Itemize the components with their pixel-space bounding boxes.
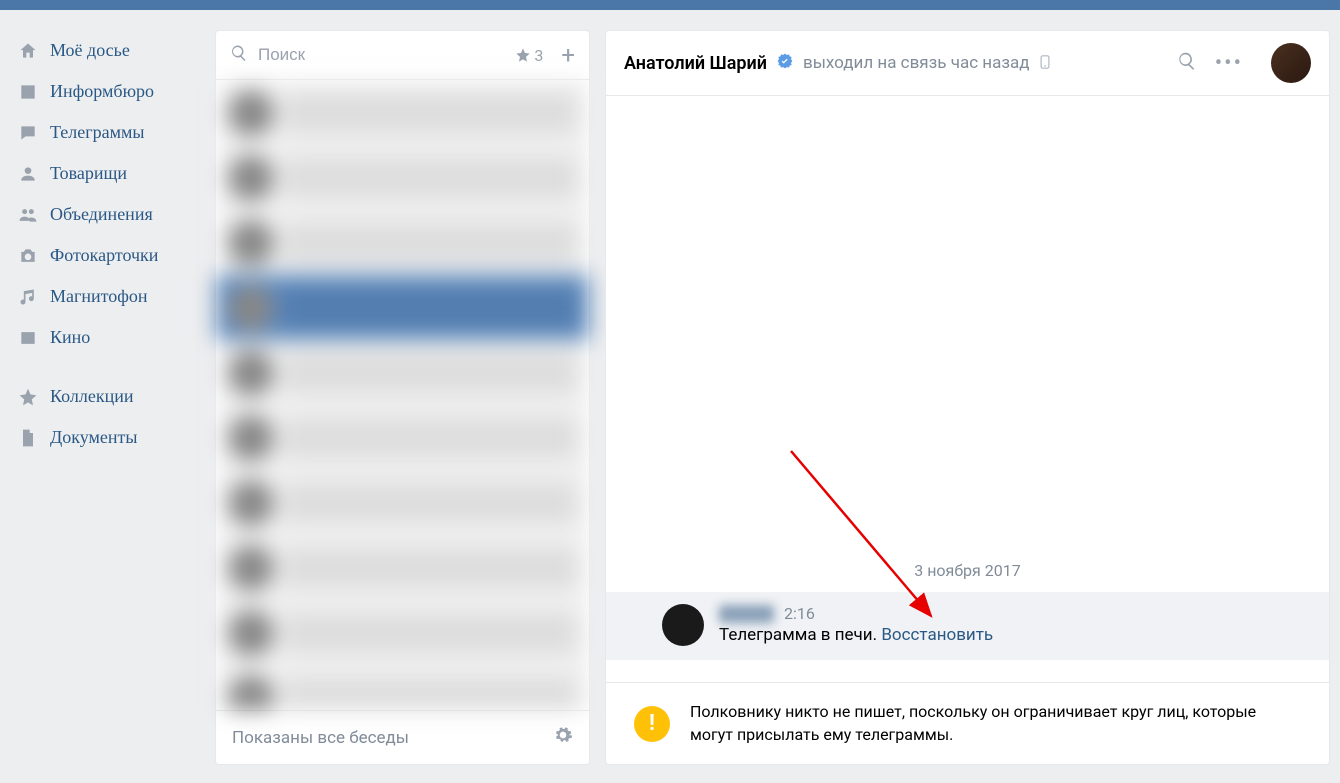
sidebar-item-video[interactable]: Кино <box>10 317 200 358</box>
news-icon <box>18 82 38 102</box>
search-input[interactable] <box>258 45 505 65</box>
deleted-message-text: Телеграмма в печи. <box>719 625 877 645</box>
sidebar-item-documents[interactable]: Документы <box>10 417 200 458</box>
restore-link[interactable]: Восстановить <box>881 625 993 645</box>
conversations-list[interactable] <box>216 80 589 710</box>
warning-icon: ! <box>634 706 670 742</box>
messages-icon <box>18 123 38 143</box>
message-avatar[interactable] <box>662 604 704 646</box>
favorites-filter[interactable]: 3 <box>515 46 543 65</box>
sidebar-item-label: Документы <box>50 427 138 448</box>
conversation-row[interactable] <box>216 210 589 275</box>
conversation-row[interactable] <box>216 600 589 665</box>
message-row: 2:16 Телеграмма в печи. Восстановить <box>606 592 1329 660</box>
sidebar-item-messages[interactable]: Телеграммы <box>10 112 200 153</box>
sidebar-item-label: Информбюро <box>50 81 154 102</box>
verified-icon <box>777 53 793 73</box>
chat-status: выходил на связь час назад <box>803 53 1030 73</box>
chat-header: Анатолий Шарий выходил на связь час наза… <box>606 31 1329 96</box>
conversation-row[interactable] <box>216 535 589 600</box>
sidebar-item-profile[interactable]: Моё досье <box>10 30 200 71</box>
star-icon <box>18 387 38 407</box>
sidebar: Моё досье Информбюро Телеграммы Товарищи… <box>0 30 200 765</box>
message-sender-blurred <box>719 605 774 623</box>
chat-panel: Анатолий Шарий выходил на связь час наза… <box>605 30 1330 765</box>
message-time: 2:16 <box>784 604 815 623</box>
sidebar-item-label: Фотокарточки <box>50 245 158 266</box>
sidebar-item-photos[interactable]: Фотокарточки <box>10 235 200 276</box>
conversations-footer: Показаны все беседы <box>216 710 589 764</box>
conversation-row[interactable] <box>216 340 589 405</box>
favorites-count: 3 <box>534 46 543 65</box>
conversation-row-selected[interactable] <box>216 275 589 340</box>
home-icon <box>18 41 38 61</box>
gear-icon[interactable] <box>553 725 573 750</box>
conversation-row[interactable] <box>216 665 589 710</box>
top-bar <box>0 0 1340 10</box>
new-conversation-button[interactable]: + <box>553 43 575 67</box>
more-icon[interactable]: ••• <box>1207 51 1251 76</box>
mobile-icon <box>1040 54 1050 73</box>
star-icon <box>515 47 531 63</box>
main-container: Моё досье Информбюро Телеграммы Товарищи… <box>0 10 1340 765</box>
sidebar-item-label: Телеграммы <box>50 122 145 143</box>
chat-body: 3 ноября 2017 2:16 Телеграмма в печи. Во… <box>606 96 1329 764</box>
sidebar-item-friends[interactable]: Товарищи <box>10 153 200 194</box>
conversation-row[interactable] <box>216 470 589 535</box>
restriction-notice-text: Полковнику никто не пишет, поскольку он … <box>690 701 1301 746</box>
camera-icon <box>18 246 38 266</box>
video-icon <box>18 328 38 348</box>
document-icon <box>18 428 38 448</box>
message-text: Телеграмма в печи. Восстановить <box>719 625 1309 645</box>
sidebar-item-music[interactable]: Магнитофон <box>10 276 200 317</box>
conversations-footer-text: Показаны все беседы <box>232 728 409 748</box>
conversation-row[interactable] <box>216 145 589 210</box>
search-icon[interactable] <box>1177 51 1197 75</box>
date-separator: 3 ноября 2017 <box>606 549 1329 592</box>
sidebar-item-label: Магнитофон <box>50 286 148 307</box>
chat-avatar[interactable] <box>1271 43 1311 83</box>
sidebar-item-label: Коллекции <box>50 386 133 407</box>
conversation-row[interactable] <box>216 405 589 470</box>
sidebar-separator <box>10 358 200 376</box>
conversations-header: 3 + <box>216 31 589 80</box>
search-icon <box>230 44 248 66</box>
friends-icon <box>18 164 38 184</box>
sidebar-item-label: Объединения <box>50 204 153 225</box>
sidebar-item-collections[interactable]: Коллекции <box>10 376 200 417</box>
message-content: 2:16 Телеграмма в печи. Восстановить <box>719 604 1309 645</box>
conversations-panel: 3 + Показаны все беседы <box>215 30 590 765</box>
sidebar-item-groups[interactable]: Объединения <box>10 194 200 235</box>
sidebar-item-label: Товарищи <box>50 163 127 184</box>
chat-title[interactable]: Анатолий Шарий <box>624 53 767 74</box>
sidebar-item-label: Моё досье <box>50 40 130 61</box>
music-icon <box>18 287 38 307</box>
restriction-notice: ! Полковнику никто не пишет, поскольку о… <box>606 682 1329 764</box>
groups-icon <box>18 205 38 225</box>
sidebar-item-label: Кино <box>50 327 90 348</box>
conversation-row[interactable] <box>216 80 589 145</box>
sidebar-item-news[interactable]: Информбюро <box>10 71 200 112</box>
